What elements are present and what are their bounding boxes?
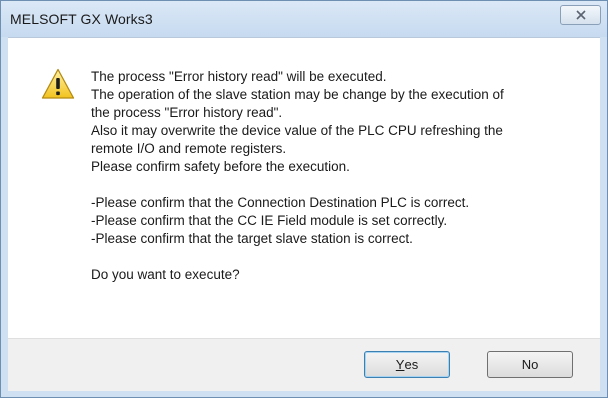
confirm-question: Do you want to execute?: [91, 267, 240, 282]
message-line: Also it may overwrite the device value o…: [91, 123, 503, 138]
no-button[interactable]: No: [487, 351, 573, 378]
message-line: -Please confirm that the Connection Dest…: [91, 195, 470, 210]
message-line: the process "Error history read".: [91, 105, 283, 120]
close-icon: [575, 10, 586, 20]
dialog-window: MELSOFT GX Works3 The process "Error his…: [0, 0, 608, 398]
warning-icon: [41, 68, 75, 99]
close-button[interactable]: [560, 5, 601, 25]
yes-label-rest: es: [404, 357, 419, 372]
message-text: The process "Error history read" will be…: [91, 68, 591, 284]
yes-mnemonic: Y: [395, 357, 405, 372]
yes-button[interactable]: Yes: [364, 351, 450, 378]
button-bar: Yes No: [8, 338, 600, 391]
message-line: -Please confirm that the CC IE Field mod…: [91, 213, 448, 228]
window-title: MELSOFT GX Works3: [10, 11, 153, 27]
title-bar[interactable]: MELSOFT GX Works3: [1, 1, 607, 37]
no-label: No: [521, 357, 539, 372]
message-line: The process "Error history read" will be…: [91, 69, 387, 84]
dialog-content: The process "Error history read" will be…: [8, 37, 600, 338]
message-line: remote I/O and remote registers.: [91, 141, 287, 156]
message-line: Please confirm safety before the executi…: [91, 159, 350, 174]
message-line: -Please confirm that the target slave st…: [91, 231, 413, 246]
message-line: The operation of the slave station may b…: [91, 87, 504, 102]
